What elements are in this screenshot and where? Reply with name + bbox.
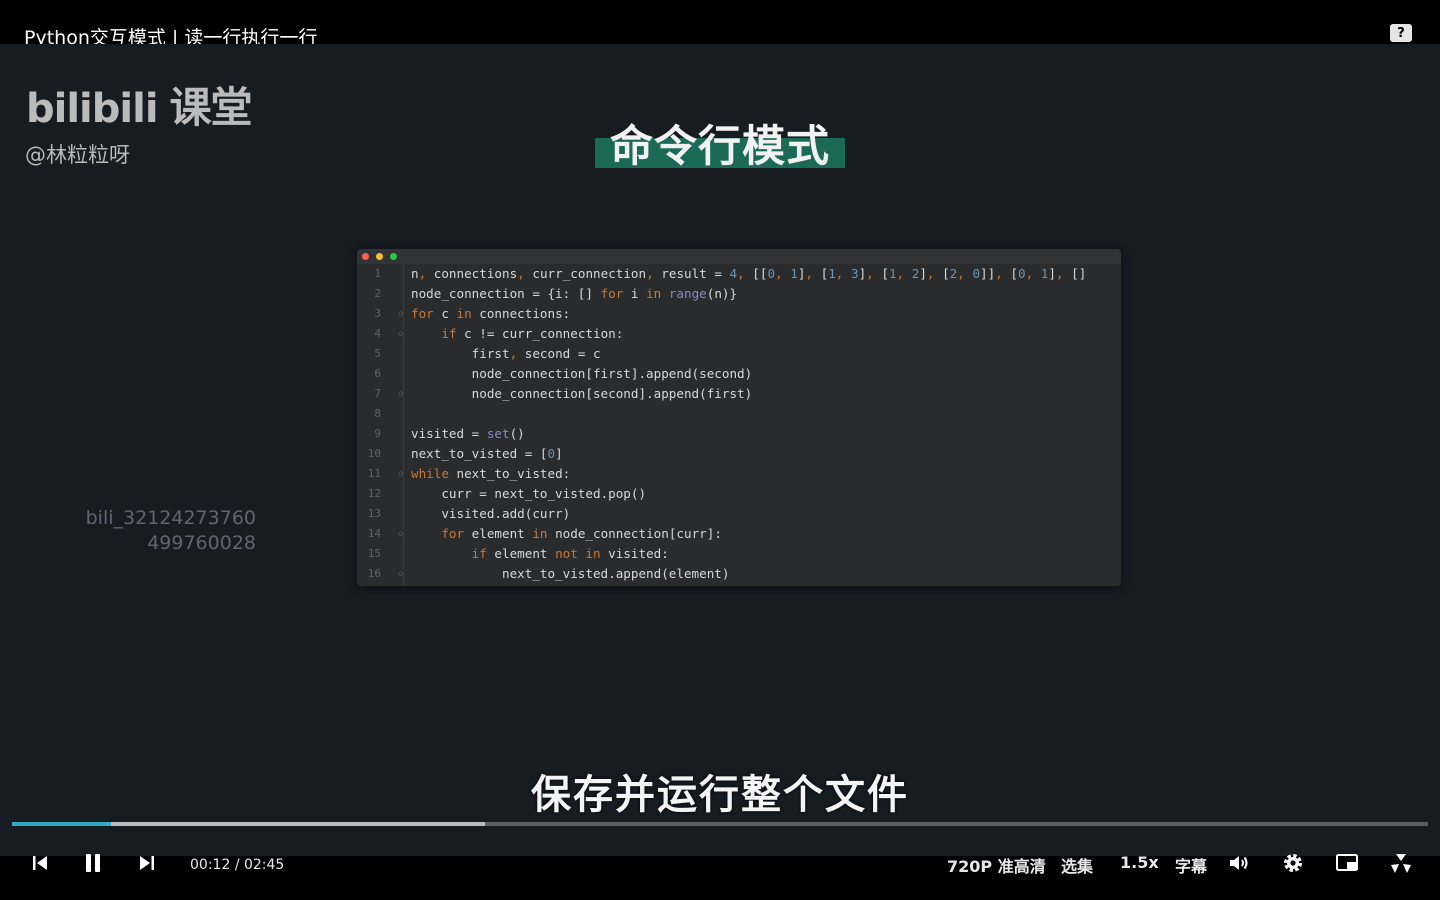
time-separator: /	[234, 857, 240, 873]
settings-icon[interactable]	[1281, 851, 1305, 875]
maximize-dot-icon	[390, 253, 397, 260]
quality-button[interactable]: 720P 准高清	[947, 853, 1046, 877]
code-editor-screenshot: 1 n, connections, curr_connection, result…	[357, 249, 1121, 586]
code-line-10: 10 next_to_visted = [0]	[367, 446, 563, 461]
watermark-line-1: bili_32124273760	[85, 507, 256, 529]
fullscreen-icon[interactable]	[1389, 851, 1413, 875]
code-line-4: 4 ◇ if c != curr_connection:	[374, 326, 624, 341]
help-icon[interactable]: ?	[1390, 24, 1412, 42]
episodes-button[interactable]: 选集	[1061, 853, 1093, 877]
pip-icon[interactable]	[1335, 851, 1359, 875]
code-line-3: 3 ◇ for c in connections:	[374, 306, 571, 321]
code-line-13: 13 visited.add(curr)	[367, 506, 571, 521]
bilibili-logo: bilibili 课堂	[26, 74, 253, 135]
current-time: 00:12	[190, 857, 231, 873]
viewer-watermark: bili_32124273760 499760028	[60, 506, 256, 556]
played-bar	[12, 822, 112, 826]
watermark-line-2: 499760028	[147, 532, 256, 554]
minimize-dot-icon	[376, 253, 383, 260]
logo-cn-text: 课堂	[169, 83, 253, 132]
prev-icon[interactable]	[30, 853, 50, 873]
code-line-11: 11 ◇ while next_to_visted:	[367, 466, 571, 481]
progress-bar[interactable]	[12, 822, 1428, 826]
code-line-7: 7 ◇ node_connection[second].append(first)	[374, 386, 753, 401]
code-line-8: 8	[374, 407, 381, 420]
code-line-9: 9 visited = set()	[374, 426, 525, 441]
code-line-5: 5 first, second = c	[374, 346, 601, 361]
code-line-14: 14 ◇ for element in node_connection[curr]…	[367, 526, 722, 541]
code-line-15: 15 if element not in visited:	[367, 546, 669, 561]
code-line-2: 2 node_connection = {i: [] for i in range…	[374, 286, 738, 301]
slide-title: 命令行模式	[610, 122, 830, 172]
speed-button[interactable]: 1.5x	[1120, 853, 1159, 872]
author-handle: @林粒粒呀	[25, 143, 130, 167]
code-line-12: 12 curr = next_to_visted.pop()	[367, 486, 647, 501]
code-line-16: 16 ◇ next_to_visted.append(element)	[367, 566, 730, 581]
volume-icon[interactable]	[1227, 851, 1251, 875]
time-display: 00:12 / 02:45	[190, 857, 284, 873]
code-line-6: 6 node_connection[first].append(second)	[374, 366, 753, 381]
title-bar: Python交互模式 | 读一行执行一行 ?	[0, 0, 1440, 49]
pause-icon[interactable]	[82, 852, 104, 874]
total-time: 02:45	[243, 857, 285, 873]
next-icon[interactable]	[137, 853, 157, 873]
subtitles-button[interactable]: 字幕	[1175, 853, 1207, 877]
video-subtitle: 保存并运行整个文件	[531, 772, 909, 818]
editor-titlebar	[357, 249, 1121, 264]
code-line-1: 1 n, connections, curr_connection, result…	[374, 266, 1087, 281]
logo-text: bilibili	[26, 86, 159, 132]
close-dot-icon	[362, 253, 369, 260]
